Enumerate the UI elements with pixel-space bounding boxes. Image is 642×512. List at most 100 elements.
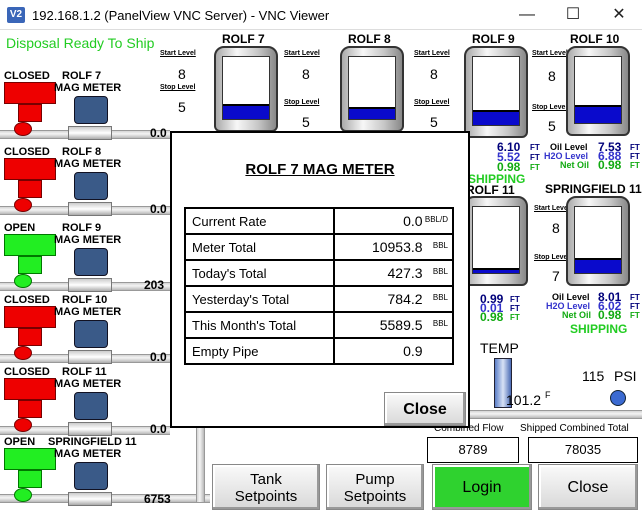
springfield11-h2o-unit: FT <box>630 302 640 311</box>
meter-flange-icon <box>68 126 112 140</box>
valve-port-icon <box>14 274 32 288</box>
mag-meter-icon[interactable] <box>74 172 108 200</box>
flow-value-2: 203 <box>144 278 165 292</box>
close-screen-button[interactable]: Close <box>538 464 638 510</box>
login-button[interactable]: Login <box>432 464 532 510</box>
temp-label: TEMP <box>480 340 519 356</box>
meter-row-label: Today's Total <box>184 259 335 287</box>
rolf7-stop-value[interactable]: 5 <box>178 99 186 115</box>
valve-actuator-icon[interactable] <box>4 306 56 328</box>
springfield11-net-label: Net Oil <box>562 310 592 320</box>
rolf10-tank[interactable] <box>566 46 630 136</box>
valve-actuator-icon[interactable] <box>4 82 56 104</box>
valve-body-icon[interactable] <box>18 400 42 418</box>
meter-type-2: MAG METER <box>54 234 122 246</box>
minimize-button[interactable]: — <box>504 0 550 30</box>
valve-port-icon <box>14 418 32 432</box>
pressure-value: 115 <box>582 368 605 384</box>
valve-body-icon[interactable] <box>18 104 42 122</box>
meter-flange-icon <box>68 350 112 364</box>
rolf9-tank-title: ROLF 9 <box>472 32 515 46</box>
maximize-button[interactable]: ☐ <box>550 0 596 30</box>
rolf8-tank[interactable] <box>340 46 404 132</box>
mag-meter-icon[interactable] <box>74 462 108 490</box>
rolf8-start-value[interactable]: 8 <box>302 66 310 82</box>
springfield11-tank[interactable] <box>566 196 630 286</box>
rolf9-net-unit: FT <box>530 163 540 172</box>
rolf7-tank-title: ROLF 7 <box>222 32 265 46</box>
rolf8-stop-value[interactable]: 5 <box>302 114 310 130</box>
close-window-button[interactable]: ✕ <box>596 0 642 30</box>
springfield11-tank-title: SPRINGFIELD 11 <box>545 182 642 196</box>
valve-body-icon[interactable] <box>18 180 42 198</box>
combined-flow-value: 8789 <box>427 437 519 463</box>
springfield11-start-value[interactable]: 8 <box>552 220 560 236</box>
meter-row: This Month's Total 5589.5 BBL <box>184 311 455 339</box>
rolf11-oil-unit: FT <box>510 295 520 304</box>
rolf9-stop-value[interactable]: 5 <box>430 114 438 130</box>
rolf9-tank[interactable] <box>464 46 528 138</box>
springfield11-start-label: Start Level <box>534 205 570 212</box>
valve-actuator-icon[interactable] <box>4 234 56 256</box>
meter-row-unit: BBL <box>432 319 448 328</box>
flow-value-4: 0.0 <box>150 422 167 436</box>
rolf7-start-value[interactable]: 8 <box>178 66 186 82</box>
rolf10-stop-value[interactable]: 5 <box>548 118 556 134</box>
pump-setpoints-button[interactable]: Pump Setpoints <box>326 464 424 510</box>
rolf11-net-value: 0.98 <box>480 310 504 324</box>
valve-port-icon <box>14 488 32 502</box>
pipe-main-right <box>470 410 642 419</box>
rolf11-tank[interactable] <box>464 196 528 286</box>
rolf7-stop-label: Stop Level <box>160 84 196 91</box>
rolf7-tank[interactable] <box>214 46 278 132</box>
tank-setpoints-button[interactable]: Tank Setpoints <box>212 464 320 510</box>
popup-title: ROLF 7 MAG METER <box>245 161 395 178</box>
mag-meter-icon[interactable] <box>74 320 108 348</box>
valve-actuator-icon[interactable] <box>4 378 56 400</box>
valve-actuator-icon[interactable] <box>4 158 56 180</box>
meter-name-3: ROLF 10 <box>62 294 108 306</box>
rolf9-start-value[interactable]: 8 <box>430 66 438 82</box>
meter-row-value-cell: 427.3 BBL <box>332 259 455 287</box>
valve-actuator-icon[interactable] <box>4 448 56 470</box>
mag-meter-icon[interactable] <box>74 248 108 276</box>
meter-type-0: MAG METER <box>54 82 122 94</box>
meter-row: Yesterday's Total 784.2 BBL <box>184 285 455 313</box>
mag-meter-icon[interactable] <box>74 392 108 420</box>
rolf10-start-label: Start Level <box>532 50 568 57</box>
springfield11-net-value: 0.98 <box>598 308 622 322</box>
popup-close-button[interactable]: Close <box>384 392 466 426</box>
rolf10-start-value[interactable]: 8 <box>548 68 556 84</box>
valve-body-icon[interactable] <box>18 328 42 346</box>
flow-value-0: 0.0 <box>150 126 167 140</box>
shipped-total-label: Shipped Combined Total <box>520 423 629 434</box>
mag-meter-icon[interactable] <box>74 96 108 124</box>
rolf9-tank-level <box>473 110 519 125</box>
pipe-riser <box>196 420 205 502</box>
springfield11-oil-unit: FT <box>630 293 640 302</box>
meter-name-2: ROLF 9 <box>62 222 102 234</box>
valve-state-0: CLOSED <box>4 70 50 82</box>
meter-row-label: Current Rate <box>184 207 335 235</box>
springfield11-stop-value[interactable]: 7 <box>552 268 560 284</box>
springfield11-stop-label: Stop Level <box>534 254 570 261</box>
springfield11-tank-level <box>575 258 621 273</box>
meter-flange-icon <box>68 492 112 506</box>
window-titlebar: V2 192.168.1.2 (PanelView VNC Server) - … <box>0 0 642 30</box>
valve-port-icon <box>14 198 32 212</box>
meter-type-5: MAG METER <box>54 448 122 460</box>
valve-state-5: OPEN <box>4 436 36 448</box>
meter-row-value: 0.0 <box>403 213 423 229</box>
valve-body-icon[interactable] <box>18 256 42 274</box>
meter-row-value: 5589.5 <box>379 317 423 333</box>
rolf9-oil-unit: FT <box>530 143 540 152</box>
meter-row-value: 10953.8 <box>371 239 423 255</box>
meter-row-unit: BBL/D <box>424 215 448 224</box>
status-message: Disposal Ready To Ship <box>6 35 155 51</box>
valve-state-4: CLOSED <box>4 366 50 378</box>
meter-row-label: Empty Pipe <box>184 337 335 365</box>
valve-body-icon[interactable] <box>18 470 42 488</box>
meter-row-value: 0.9 <box>403 343 423 359</box>
meter-flange-icon <box>68 422 112 436</box>
meter-row-value: 784.2 <box>387 291 423 307</box>
